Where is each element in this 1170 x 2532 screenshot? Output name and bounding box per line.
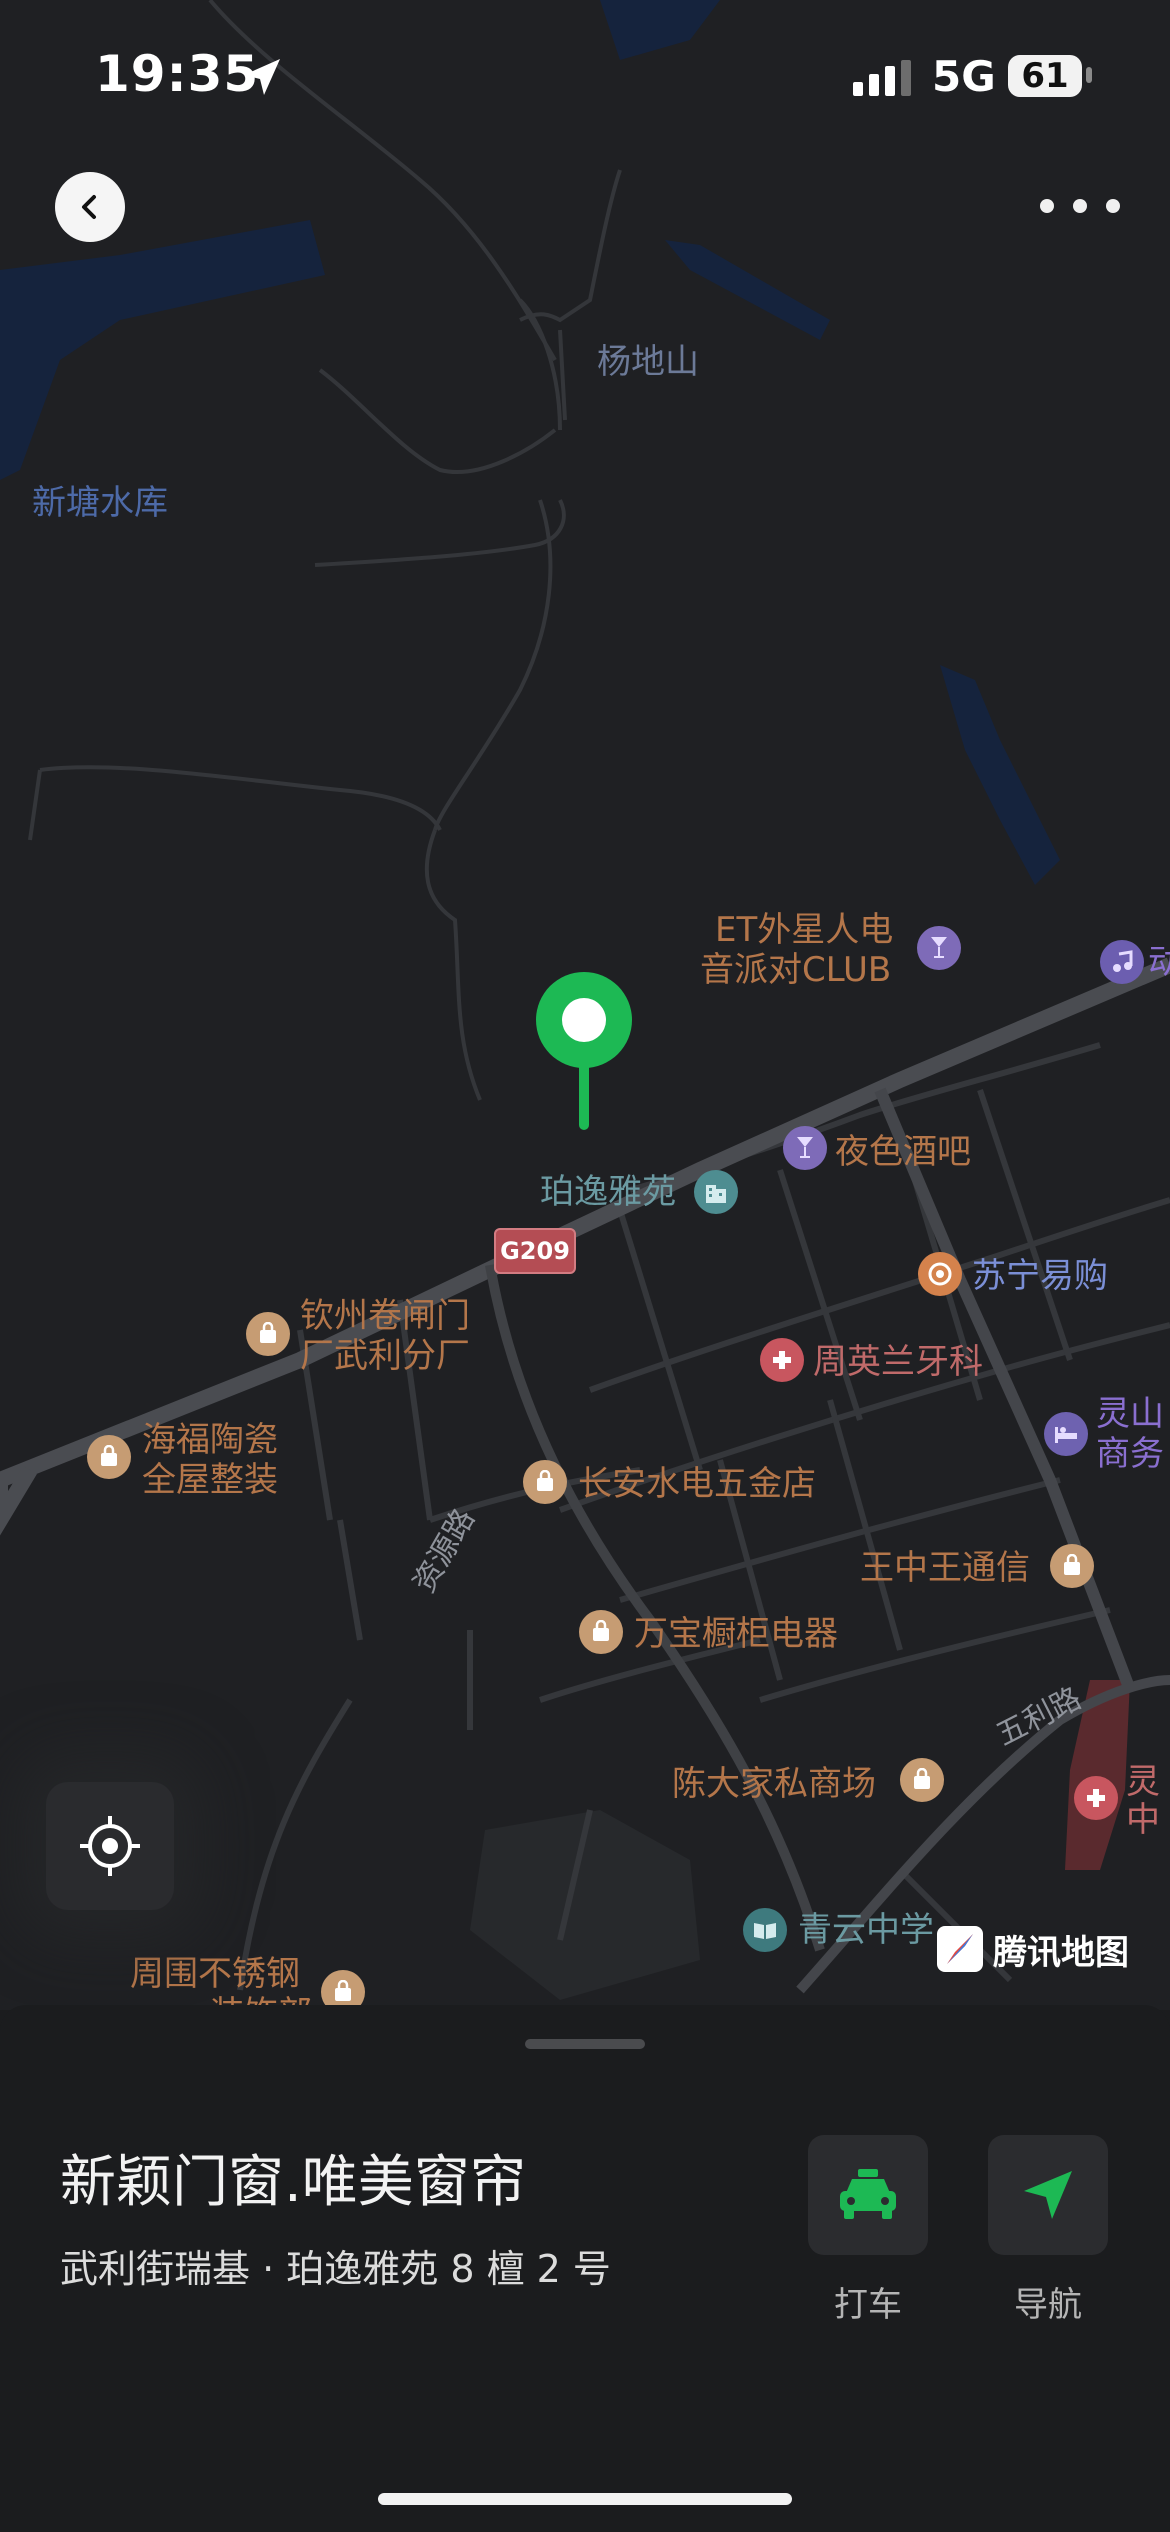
poi-label[interactable]: 长安水电五金店 [578,1464,816,1504]
map-base-layer [0,0,1170,2000]
poi-label[interactable]: 苏宁易购 [972,1256,1108,1296]
place-address: 武利街瑞基 · 珀逸雅苑 8 檀 2 号 [60,2247,611,2291]
poi-label[interactable]: 动 [1148,942,1170,982]
taxi-label: 打车 [834,2285,902,2325]
shop-icon [523,1460,567,1504]
map-brand: 腾讯地图 [935,1924,1129,1974]
bar-icon [917,926,961,970]
highway-shield: G209 [494,1228,576,1274]
network-type: 5G [932,52,996,101]
shop-icon [900,1758,944,1802]
back-button[interactable] [55,172,125,242]
water-label: 新塘水库 [32,483,168,523]
poi-label[interactable]: 全屋整装 [142,1460,278,1500]
place-name: 新颖门窗.唯美窗帘 [60,2150,526,2215]
chevron-left-icon [82,195,96,219]
medical-icon [760,1338,804,1382]
building-icon [694,1170,738,1214]
area-label: 杨地山 [597,342,699,382]
poi-label[interactable]: 钦州卷闸门 [300,1296,470,1336]
home-indicator[interactable] [378,2493,792,2505]
tencent-map-logo-icon [937,1926,983,1972]
navigate-label: 导航 [1014,2285,1082,2325]
status-bar: 19:35 5G 61 [0,0,1170,150]
poi-label[interactable]: 灵山 [1096,1394,1164,1434]
crosshair-icon [80,1816,140,1876]
shop-icon [321,1970,365,2010]
battery-indicator: 61 [1008,55,1082,97]
poi-label[interactable]: 夜色酒吧 [835,1132,971,1172]
map-brand-text: 腾讯地图 [993,1932,1129,1973]
shop-icon [1050,1544,1094,1588]
battery-cap [1086,67,1092,83]
suning-icon [918,1252,962,1296]
bar-icon [783,1126,827,1170]
location-arrow-icon [244,59,280,95]
map-view[interactable]: 杨地山 新塘水库 资源路 五利路 G209 珀逸雅苑 ET外星人电 音派对CLU… [0,0,1170,2010]
music-icon [1100,940,1144,984]
cellular-signal-icon [853,60,911,96]
poi-label[interactable]: 海福陶瓷 [142,1420,278,1460]
more-dot-icon [1040,199,1054,213]
medical-icon [1074,1776,1118,1820]
sheet-drag-handle[interactable] [525,2039,645,2049]
poi-label[interactable]: 周围不锈钢 [130,1954,300,1994]
shop-icon [87,1435,131,1479]
poi-label[interactable]: 中 [1126,1800,1160,1840]
shop-icon [246,1312,290,1356]
poi-label[interactable]: 灵 [1126,1762,1160,1802]
poi-label[interactable]: ET外星人电 [715,910,893,950]
locate-me-button[interactable] [46,1782,174,1910]
navigate-button[interactable] [988,2135,1108,2255]
poi-label[interactable]: 王中王通信 [860,1548,1030,1588]
location-pin-icon[interactable] [536,972,632,1130]
shop-icon [579,1610,623,1654]
poi-label[interactable]: 商务 [1096,1434,1164,1474]
more-dot-icon [1106,199,1120,213]
more-dot-icon [1073,199,1087,213]
more-options-button[interactable] [1040,186,1120,226]
poi-label[interactable]: 青云中学 [798,1910,934,1950]
status-time: 19:35 [95,45,260,103]
selected-poi-label[interactable]: 珀逸雅苑 [540,1172,676,1212]
taxi-icon [840,2169,896,2219]
poi-label[interactable]: 音派对CLUB [700,950,891,990]
school-icon [743,1908,787,1952]
hotel-icon [1044,1412,1088,1456]
place-bottom-sheet[interactable]: 新颖门窗.唯美窗帘 武利街瑞基 · 珀逸雅苑 8 檀 2 号 打车 导航 [0,2005,1170,2532]
poi-label[interactable]: 周英兰牙科 [813,1342,983,1382]
taxi-button[interactable] [808,2135,928,2255]
poi-label[interactable]: 厂武利分厂 [300,1336,470,1376]
poi-label[interactable]: 陈大家私商场 [672,1764,876,1804]
navigation-arrow-icon [1024,2171,1072,2219]
poi-label[interactable]: 万宝橱柜电器 [634,1614,838,1654]
